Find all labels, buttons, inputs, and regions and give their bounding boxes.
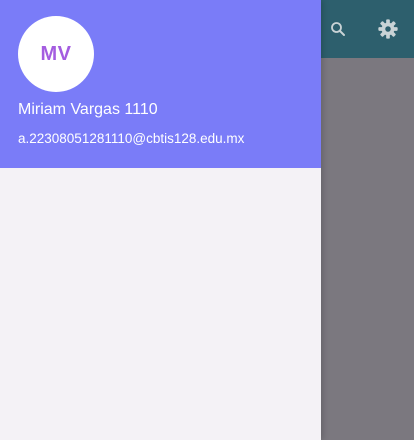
avatar[interactable]: MV	[18, 16, 94, 92]
account-name: Miriam Vargas 1110	[18, 101, 158, 118]
screen: MV Miriam Vargas 1110 a.22308051281110@c…	[0, 0, 414, 440]
gear-icon[interactable]	[376, 17, 400, 41]
drawer-body	[0, 168, 321, 440]
navigation-drawer: MV Miriam Vargas 1110 a.22308051281110@c…	[0, 0, 321, 440]
avatar-initials: MV	[40, 42, 72, 65]
account-email: a.22308051281110@cbtis128.edu.mx	[18, 131, 245, 146]
drawer-header: MV Miriam Vargas 1110 a.22308051281110@c…	[0, 0, 321, 168]
search-icon[interactable]	[326, 17, 350, 41]
